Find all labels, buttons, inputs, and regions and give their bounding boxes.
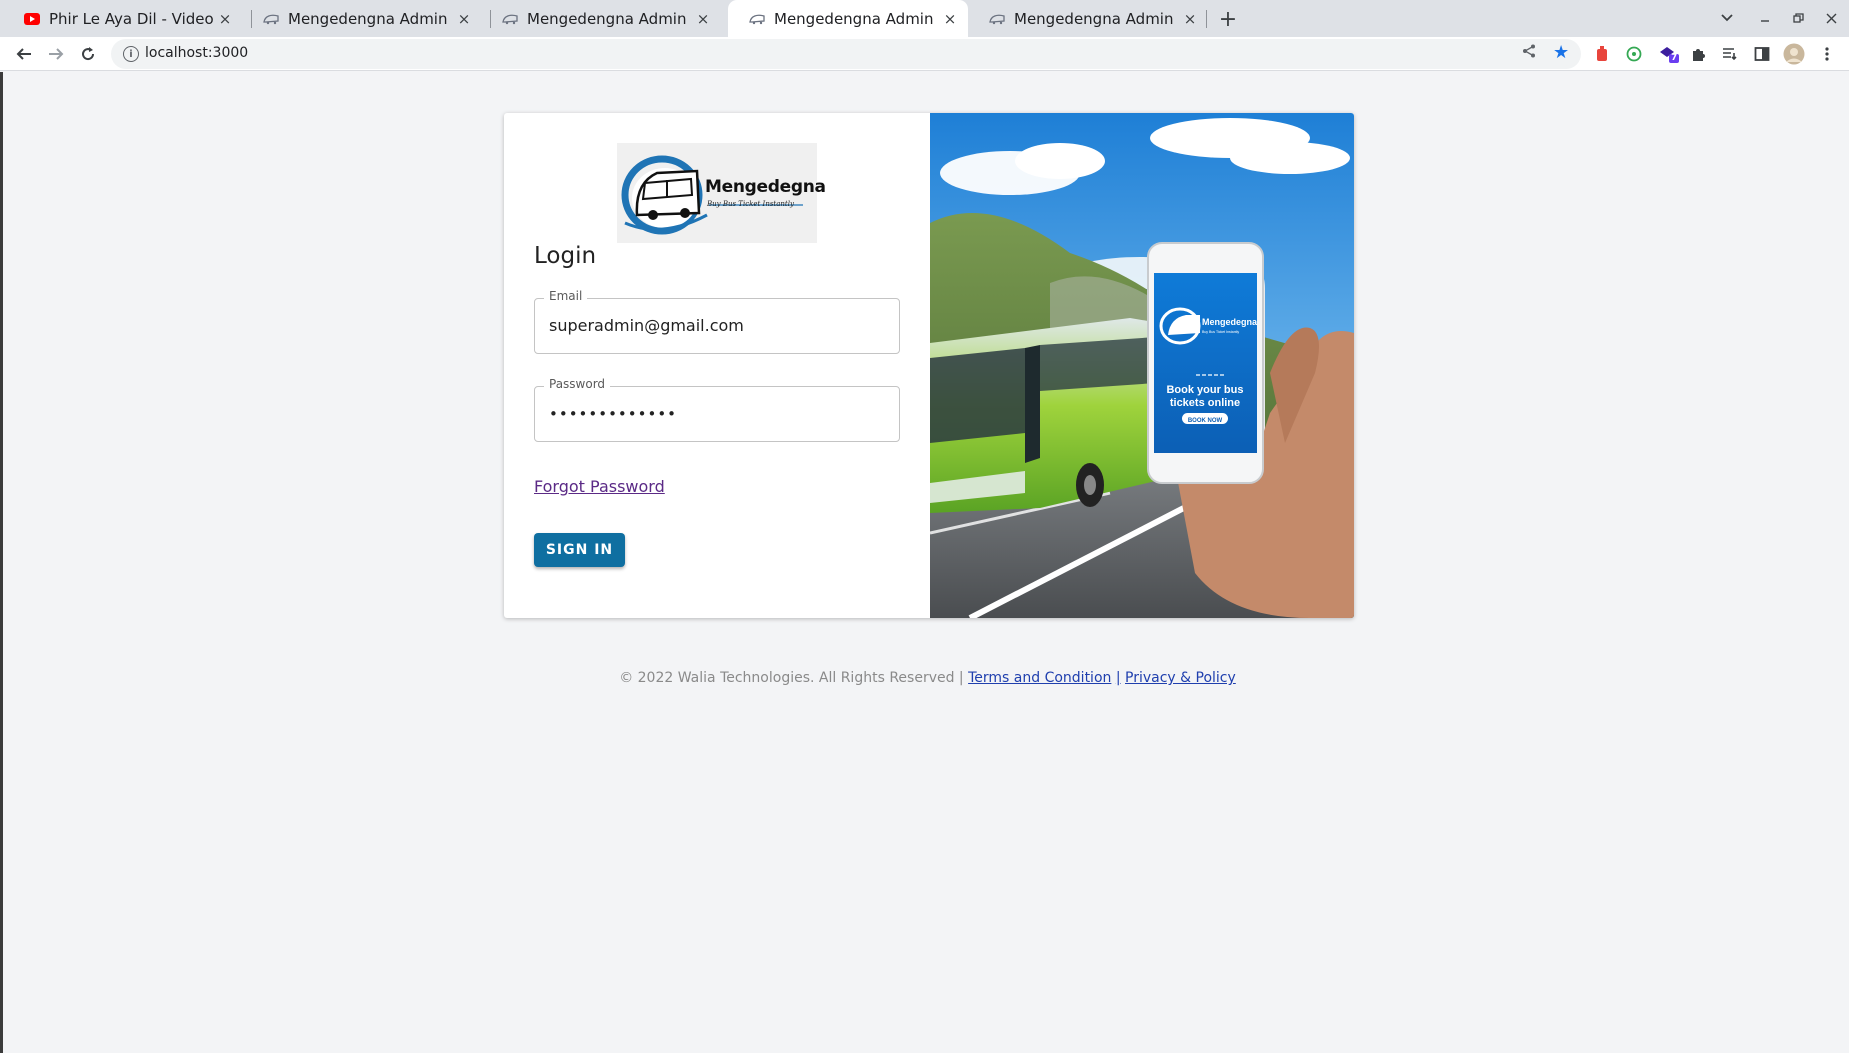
bus-favicon-icon bbox=[988, 10, 1005, 27]
email-field[interactable]: Email superadmin@gmail.com bbox=[534, 289, 900, 354]
sign-in-button[interactable]: SIGN IN bbox=[534, 533, 625, 567]
tab-youtube[interactable]: Phir Le Aya Dil - Video Edit × bbox=[3, 0, 243, 37]
password-input[interactable]: ••••••••••••• bbox=[549, 405, 677, 423]
url-text[interactable]: localhost:3000 bbox=[145, 45, 248, 61]
extension-red-icon[interactable] bbox=[1593, 45, 1611, 63]
reading-list-icon[interactable] bbox=[1721, 45, 1739, 63]
privacy-link[interactable]: Privacy & Policy bbox=[1125, 670, 1236, 686]
password-label: Password bbox=[544, 377, 611, 391]
tab-admin-1[interactable]: Mengedengna Admin × bbox=[242, 0, 482, 37]
phone-screen-text: Mengedegna Buy Bus Ticket Instantly Book… bbox=[1166, 317, 1258, 424]
bus-favicon-icon bbox=[748, 10, 765, 27]
tab-admin-2[interactable]: Mengedengna Admin × bbox=[481, 0, 721, 37]
browser-toolbar: i localhost:3000 ★ 7 bbox=[0, 37, 1849, 71]
login-card: Mengedegna Buy Bus Ticket Instantly Logi… bbox=[504, 113, 1354, 618]
tab-admin-4[interactable]: Mengedengna Admin × bbox=[968, 0, 1208, 37]
bus-favicon-icon bbox=[262, 10, 279, 27]
bookmark-star-icon[interactable]: ★ bbox=[1553, 42, 1569, 63]
tab-title: Mengedengna Admin bbox=[288, 9, 448, 28]
phone-book-now: BOOK NOW bbox=[1188, 418, 1223, 424]
phone-headline-2: tickets online bbox=[1170, 397, 1240, 409]
hero-image: Mengedegna Buy Bus Ticket Instantly Book… bbox=[930, 113, 1354, 618]
extension-green-icon[interactable] bbox=[1625, 45, 1643, 63]
brand-logo: Mengedegna Buy Bus Ticket Instantly bbox=[617, 143, 826, 243]
tab-title: Mengedengna Admin bbox=[527, 9, 687, 28]
tab-title: Mengedengna Admin bbox=[1014, 9, 1174, 28]
tab-search-icon[interactable] bbox=[1714, 5, 1740, 31]
logo-tagline: Buy Bus Ticket Instantly bbox=[707, 200, 794, 208]
tab-separator bbox=[1206, 10, 1207, 28]
forward-arrow-icon[interactable] bbox=[42, 40, 70, 68]
footer-separator: | bbox=[1115, 670, 1121, 686]
phone-brand: Mengedegna bbox=[1202, 317, 1258, 327]
youtube-icon bbox=[23, 10, 40, 27]
back-arrow-icon[interactable] bbox=[10, 40, 38, 68]
tab-title: Phir Le Aya Dil - Video Edit bbox=[49, 9, 215, 28]
side-panel-icon[interactable] bbox=[1753, 45, 1771, 63]
tab-close-icon[interactable]: × bbox=[454, 9, 474, 29]
reload-icon[interactable] bbox=[74, 40, 102, 68]
login-heading: Login bbox=[534, 243, 597, 269]
tab-close-icon[interactable]: × bbox=[940, 9, 960, 29]
browser-menu-icon[interactable] bbox=[1818, 45, 1836, 63]
address-bar[interactable]: i localhost:3000 ★ bbox=[111, 39, 1581, 69]
restore-icon[interactable] bbox=[1785, 5, 1811, 31]
tab-close-icon[interactable]: × bbox=[1180, 9, 1200, 29]
copyright-text: © 2022 Walia Technologies. All Rights Re… bbox=[619, 670, 964, 686]
close-window-icon[interactable] bbox=[1818, 5, 1844, 31]
tab-strip: Phir Le Aya Dil - Video Edit × Mengedeng… bbox=[0, 0, 1849, 37]
email-input[interactable]: superadmin@gmail.com bbox=[549, 316, 744, 335]
profile-avatar[interactable] bbox=[1783, 43, 1805, 65]
extension-purple-icon[interactable]: 7 bbox=[1657, 45, 1681, 63]
new-tab-button[interactable]: + bbox=[1215, 6, 1241, 32]
extension-badge: 7 bbox=[1671, 53, 1678, 63]
tab-close-icon[interactable]: × bbox=[693, 9, 713, 29]
share-icon[interactable] bbox=[1522, 44, 1536, 62]
forgot-password-link[interactable]: Forgot Password bbox=[534, 477, 665, 496]
phone-headline-1: Book your bus bbox=[1166, 384, 1243, 396]
tab-title: Mengedengna Admin bbox=[774, 9, 934, 28]
page-footer: © 2022 Walia Technologies. All Rights Re… bbox=[3, 670, 1849, 686]
minimize-icon[interactable] bbox=[1752, 5, 1778, 31]
tab-admin-active[interactable]: Mengedengna Admin × bbox=[728, 0, 968, 37]
page-content: Mengedegna Buy Bus Ticket Instantly Logi… bbox=[0, 72, 1849, 1053]
bus-favicon-icon bbox=[501, 10, 518, 27]
login-form: Mengedegna Buy Bus Ticket Instantly Logi… bbox=[504, 113, 930, 618]
password-field[interactable]: Password ••••••••••••• bbox=[534, 377, 900, 442]
terms-link[interactable]: Terms and Condition bbox=[968, 670, 1111, 686]
phone-tagline: Buy Bus Ticket Instantly bbox=[1202, 330, 1239, 334]
logo-title: Mengedegna bbox=[705, 177, 826, 197]
tab-close-icon[interactable]: × bbox=[215, 9, 235, 29]
email-label: Email bbox=[544, 289, 588, 303]
extensions-puzzle-icon[interactable] bbox=[1689, 45, 1707, 63]
site-info-icon[interactable]: i bbox=[123, 46, 139, 62]
